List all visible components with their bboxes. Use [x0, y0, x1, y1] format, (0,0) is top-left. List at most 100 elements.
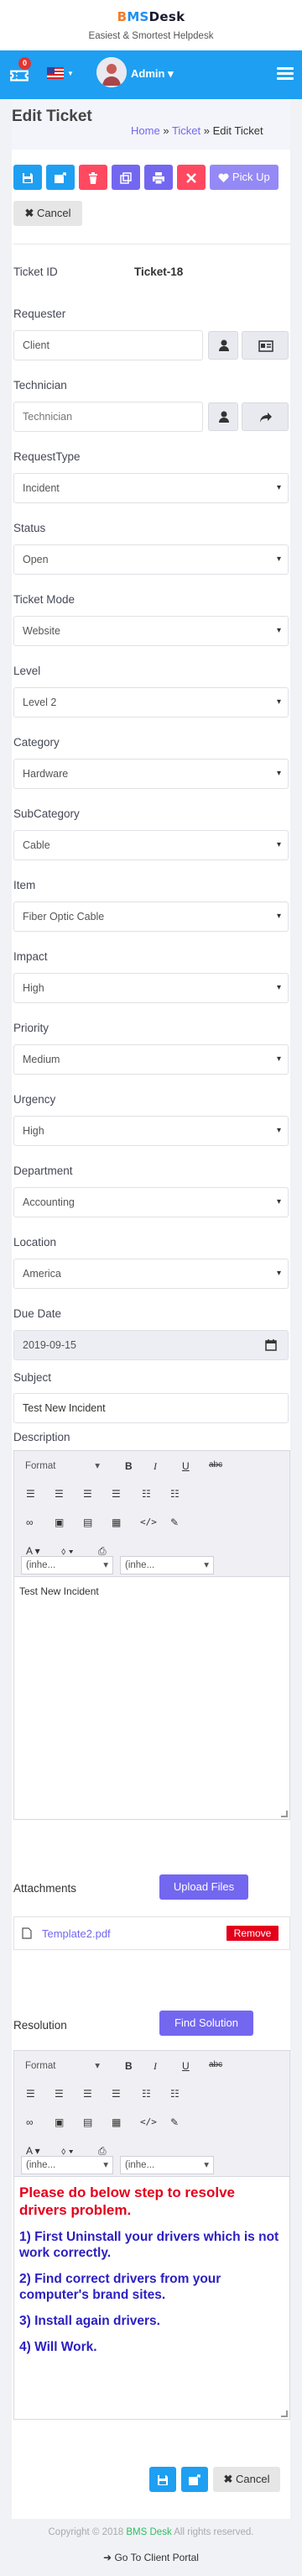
document-icon[interactable]: ▤ — [83, 2116, 92, 2128]
avatar[interactable] — [96, 57, 127, 87]
close-icon — [186, 172, 196, 183]
align-right-icon[interactable]: ☰ — [83, 2088, 92, 2100]
arrow-right-icon: ➜ — [103, 2552, 112, 2563]
department-select[interactable]: Accounting — [13, 1187, 289, 1217]
ticketmode-select[interactable]: Website — [13, 616, 289, 646]
priority-select[interactable]: Medium — [13, 1044, 289, 1075]
requesttype-label: RequestType — [13, 450, 81, 463]
brand-logo[interactable]: BMSDesk — [0, 9, 302, 24]
format-select[interactable]: Format ▾ — [21, 1458, 105, 1476]
chevron-down-icon[interactable]: ▼ — [67, 70, 74, 77]
requester-card-button[interactable] — [242, 331, 289, 360]
image-icon[interactable]: ▣ — [55, 2116, 64, 2128]
resize-handle[interactable] — [281, 2410, 288, 2417]
subject-input[interactable]: Test New Incident — [13, 1393, 289, 1423]
align-justify-icon[interactable]: ☰ — [112, 2088, 121, 2100]
breadcrumb: Home » Ticket » Edit Ticket — [131, 124, 263, 137]
item-select[interactable]: Fiber Optic Cable — [13, 902, 289, 932]
font-size-select[interactable]: (inhe... ▾ — [120, 2156, 214, 2174]
font-family-select[interactable]: (inhe... ▾ — [21, 2156, 113, 2174]
user-menu[interactable]: Admin ▾ — [131, 67, 174, 81]
bullet-list-icon[interactable]: ☷ — [142, 1488, 151, 1500]
upload-files-button[interactable]: Upload Files — [159, 1874, 248, 1900]
breadcrumb-ticket[interactable]: Ticket — [172, 124, 200, 137]
save-close-button-bottom[interactable] — [181, 2467, 208, 2492]
brand-tagline: Easiest & Smortest Helpdesk — [88, 31, 214, 41]
align-right-icon[interactable]: ☰ — [83, 1488, 92, 1500]
font-size-select[interactable]: (inhe... ▾ — [120, 1556, 214, 1575]
align-left-icon[interactable]: ☰ — [26, 1488, 35, 1500]
table-icon[interactable]: ▦ — [112, 1517, 121, 1528]
resolution-editor[interactable]: Format ▾ B I U abc ☰ ☰ ☰ ☰ ☷ ☷ ∞ ▣ ▤ ▦ </… — [13, 2050, 290, 2420]
save-button-bottom[interactable] — [149, 2467, 176, 2492]
resolution-step: 1) First Uninstall your drivers which is… — [19, 2230, 279, 2260]
align-center-icon[interactable]: ☰ — [55, 2088, 64, 2100]
save-close-button[interactable] — [46, 165, 75, 190]
resolution-label: Resolution — [13, 2019, 67, 2032]
strikethrough-icon[interactable]: abc — [209, 2060, 222, 2069]
document-icon[interactable]: ▤ — [83, 1517, 92, 1528]
requester-input[interactable]: Client — [13, 330, 203, 360]
cancel-button-bottom[interactable]: ✖ Cancel — [213, 2467, 280, 2492]
code-icon[interactable]: </> — [140, 1517, 157, 1527]
subcategory-select[interactable]: Cable — [13, 830, 289, 860]
cancel-button[interactable]: ✖ Cancel — [13, 201, 82, 226]
duedate-input[interactable]: 2019-09-15 — [13, 1330, 289, 1360]
bold-icon[interactable]: B — [125, 2060, 133, 2072]
code-icon[interactable]: </> — [140, 2116, 157, 2127]
link-icon[interactable]: ∞ — [26, 1517, 34, 1528]
footer-brand-link[interactable]: BMS Desk — [126, 2527, 171, 2537]
image-icon[interactable]: ▣ — [55, 1517, 64, 1528]
remove-attachment-button[interactable]: Remove — [226, 1926, 279, 1941]
italic-icon[interactable]: I — [154, 1460, 157, 1473]
find-solution-button[interactable]: Find Solution — [159, 2011, 253, 2036]
description-editor[interactable]: Format ▾ B I U abc ☰ ☰ ☰ ☰ ☷ ☷ ∞ ▣ ▤ ▦ </… — [13, 1450, 290, 1820]
font-color-icon[interactable]: A ▾ — [26, 2145, 40, 2157]
numbered-list-icon[interactable]: ☷ — [170, 2088, 180, 2100]
table-icon[interactable]: ▦ — [112, 2116, 121, 2128]
eraser-icon[interactable]: ✎ — [170, 2116, 179, 2128]
us-flag-icon[interactable] — [47, 67, 64, 79]
calendar-icon[interactable] — [265, 1339, 277, 1351]
font-family-select[interactable]: (inhe... ▾ — [21, 1556, 113, 1575]
resize-handle[interactable] — [281, 1811, 288, 1817]
technician-input[interactable]: Technician — [13, 402, 203, 432]
delete-button[interactable] — [79, 165, 107, 190]
status-select[interactable]: Open — [13, 544, 289, 575]
bold-icon[interactable]: B — [125, 1460, 133, 1472]
bullet-list-icon[interactable]: ☷ — [142, 2088, 151, 2100]
level-select[interactable]: Level 2 — [13, 687, 289, 718]
select-technician-button[interactable] — [208, 402, 238, 431]
format-select[interactable]: Format ▾ — [21, 2058, 105, 2076]
urgency-select[interactable]: High — [13, 1116, 289, 1146]
location-select[interactable]: America — [13, 1259, 289, 1289]
save-button[interactable] — [13, 165, 42, 190]
italic-icon[interactable]: I — [154, 2060, 157, 2073]
align-left-icon[interactable]: ☰ — [26, 2088, 35, 2100]
pickup-button[interactable]: Pick Up — [210, 165, 279, 190]
attachment-file-link[interactable]: Template2.pdf — [42, 1927, 111, 1940]
numbered-list-icon[interactable]: ☷ — [170, 1488, 180, 1500]
eraser-icon[interactable]: ✎ — [170, 1517, 179, 1528]
resolution-content[interactable]: Please do below step to resolve drivers … — [14, 2177, 289, 2362]
link-icon[interactable]: ∞ — [26, 2116, 34, 2128]
menu-icon[interactable] — [277, 67, 294, 81]
print-button[interactable] — [144, 165, 173, 190]
client-portal-link[interactable]: ➜ Go To Client Portal — [0, 2552, 302, 2563]
close-button[interactable] — [177, 165, 206, 190]
underline-icon[interactable]: U — [182, 1460, 190, 1472]
editor-content[interactable]: Test New Incident — [14, 1577, 289, 1606]
underline-icon[interactable]: U — [182, 2060, 190, 2072]
resolution-heading: Please do below step to resolve drivers … — [19, 2184, 235, 2218]
align-center-icon[interactable]: ☰ — [55, 1488, 64, 1500]
font-color-icon[interactable]: A ▾ — [26, 1545, 40, 1557]
category-select[interactable]: Hardware — [13, 759, 289, 789]
strikethrough-icon[interactable]: abc — [209, 1460, 222, 1469]
requesttype-select[interactable]: Incident — [13, 473, 289, 503]
assign-technician-button[interactable] — [242, 402, 289, 431]
clone-button[interactable] — [112, 165, 140, 190]
align-justify-icon[interactable]: ☰ — [112, 1488, 121, 1500]
select-requester-button[interactable] — [208, 331, 238, 360]
impact-select[interactable]: High — [13, 973, 289, 1003]
breadcrumb-home[interactable]: Home — [131, 124, 160, 137]
